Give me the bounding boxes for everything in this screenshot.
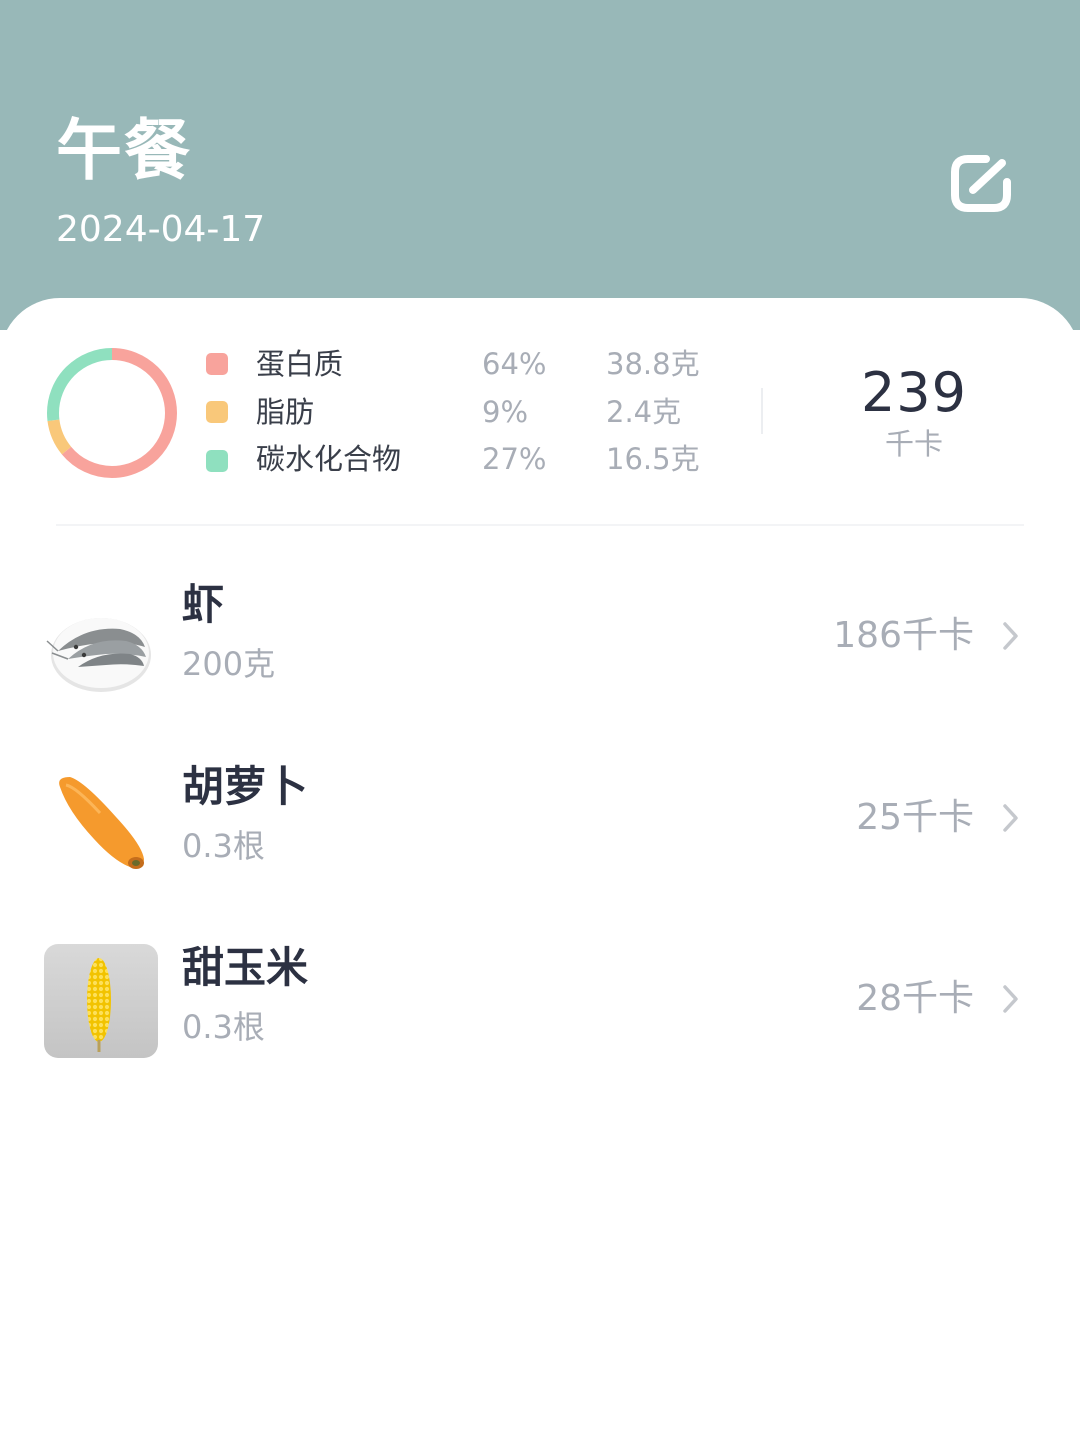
total-calories: 239 <box>860 361 968 424</box>
food-amount: 0.3根 <box>182 1008 265 1046</box>
protein-label: 蛋白质 <box>256 347 344 381</box>
food-item-carrot[interactable]: 胡萝卜 0.3根 25千卡 <box>0 748 1080 898</box>
header: 午餐 2024-04-17 <box>0 0 1080 330</box>
food-name: 胡萝卜 <box>182 762 309 811</box>
fat-percent: 9% <box>482 395 529 429</box>
carbs-percent: 27% <box>482 442 547 476</box>
shrimp-image <box>46 618 151 692</box>
food-name: 甜玉米 <box>182 943 309 992</box>
meal-title: 午餐 <box>56 112 192 189</box>
carbs-legend-dot <box>206 450 228 472</box>
fat-label: 脂肪 <box>256 395 315 429</box>
protein-legend-dot <box>206 353 228 375</box>
fat-legend-dot <box>206 401 228 423</box>
carbs-label: 碳水化合物 <box>256 442 402 476</box>
food-item-shrimp[interactable]: 虾 200克 186千卡 <box>0 566 1080 716</box>
protein-percent: 64% <box>482 347 547 381</box>
total-calories-unit: 千卡 <box>884 427 943 461</box>
food-calories: 28千卡 <box>856 978 974 1019</box>
food-amount: 0.3根 <box>182 827 265 865</box>
corn-image <box>44 944 158 1058</box>
carbs-grams: 16.5克 <box>606 442 700 476</box>
protein-grams: 38.8克 <box>606 347 700 381</box>
fat-grams: 2.4克 <box>606 395 682 429</box>
carrot-image <box>59 777 144 869</box>
food-calories: 25千卡 <box>856 797 974 838</box>
meal-date: 2024-04-17 <box>56 209 266 250</box>
section-divider <box>56 524 1024 526</box>
macro-donut-chart <box>47 348 177 478</box>
vertical-divider <box>761 388 763 434</box>
edit-button[interactable] <box>946 150 1016 216</box>
chevron-right-icon <box>1003 622 1018 650</box>
food-name: 虾 <box>182 580 225 629</box>
food-amount: 200克 <box>182 645 276 683</box>
food-item-corn[interactable]: 甜玉米 0.3根 28千卡 <box>0 929 1080 1079</box>
chevron-right-icon <box>1003 985 1018 1013</box>
edit-icon <box>951 155 1011 212</box>
chevron-right-icon <box>1003 804 1018 832</box>
food-calories: 186千卡 <box>833 615 974 656</box>
